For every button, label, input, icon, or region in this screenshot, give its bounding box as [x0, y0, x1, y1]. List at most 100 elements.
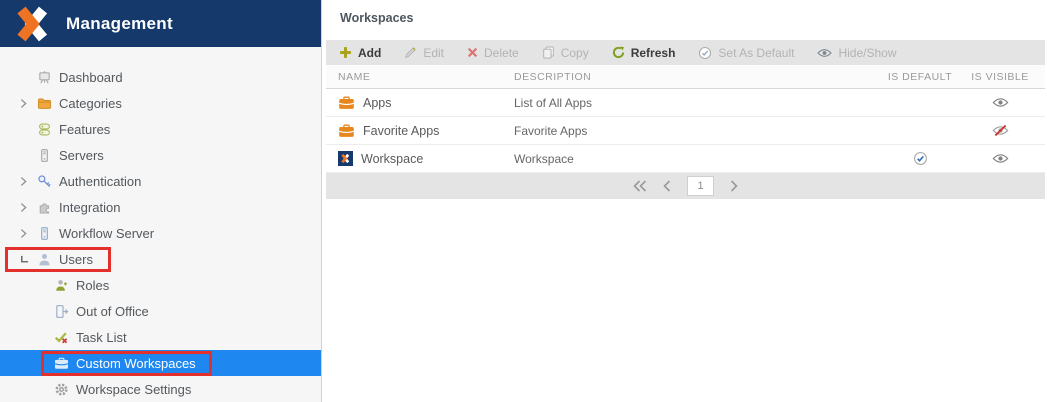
door-exit-icon — [53, 303, 69, 319]
sidebar-item-users[interactable]: Users — [0, 246, 321, 272]
expanded-corner-icon — [20, 255, 29, 264]
sidebar-item-servers[interactable]: Servers — [0, 142, 321, 168]
app-header: Management — [0, 0, 321, 47]
briefcase-icon — [338, 96, 355, 110]
table-row[interactable]: Workspace Workspace — [326, 145, 1045, 173]
expander-collapsed[interactable] — [20, 202, 36, 213]
chevron-right-icon — [20, 202, 27, 213]
current-page-input[interactable]: 1 — [687, 176, 714, 196]
delete-button-label: Delete — [484, 45, 519, 60]
edit-button[interactable]: Edit — [404, 46, 444, 60]
workspace-description: List of All Apps — [514, 95, 593, 110]
copy-icon — [542, 46, 555, 59]
sidebar-item-categories[interactable]: Categories — [0, 90, 321, 116]
puzzle-icon — [36, 199, 52, 215]
briefcase-icon — [53, 355, 69, 371]
first-page-button[interactable] — [633, 180, 647, 192]
copy-button-label: Copy — [560, 45, 589, 60]
sidebar-item-out-of-office[interactable]: Out of Office — [0, 298, 321, 324]
workspace-description: Workspace — [514, 151, 574, 166]
sidebar: Management Dashboard Categories Features — [0, 0, 322, 402]
sidebar-item-label: Workspace Settings — [76, 381, 192, 397]
sidebar-item-label: Users — [59, 251, 93, 267]
expander-collapsed[interactable] — [20, 228, 36, 239]
workspaces-toolbar: Add Edit Delete Copy Refresh Set As Defa… — [326, 40, 1045, 65]
expander-collapsed[interactable] — [20, 98, 36, 109]
pagination-bar: 1 — [326, 173, 1045, 199]
workspace-name: Apps — [363, 95, 392, 110]
roles-icon — [53, 277, 69, 293]
add-button[interactable]: Add — [339, 46, 381, 60]
set-as-default-label: Set As Default — [718, 45, 795, 60]
workspace-tile-logo-icon — [338, 151, 353, 166]
next-page-button[interactable] — [730, 180, 738, 192]
previous-page-button[interactable] — [663, 180, 671, 192]
column-header-is-default[interactable]: IS DEFAULT — [888, 71, 952, 83]
sidebar-item-label: Custom Workspaces — [76, 355, 196, 371]
dashboard-icon — [36, 69, 52, 85]
copy-button[interactable]: Copy — [542, 46, 589, 60]
annotation-highlight-box: Users — [5, 246, 111, 272]
refresh-button-label: Refresh — [630, 45, 676, 60]
server-icon — [36, 147, 52, 163]
gear-icon — [53, 381, 69, 397]
sidebar-item-label: Integration — [59, 199, 121, 215]
sidebar-item-roles[interactable]: Roles — [0, 272, 321, 298]
sidebar-item-label: Out of Office — [76, 303, 149, 319]
set-as-default-button[interactable]: Set As Default — [698, 46, 794, 60]
task-check-icon — [53, 329, 69, 345]
sidebar-item-integration[interactable]: Integration — [0, 194, 321, 220]
add-button-label: Add — [358, 45, 382, 60]
server-icon — [36, 225, 52, 241]
sidebar-item-label: Roles — [76, 277, 110, 293]
sidebar-item-task-list[interactable]: Task List — [0, 324, 321, 350]
sidebar-item-features[interactable]: Features — [0, 116, 321, 142]
refresh-button[interactable]: Refresh — [612, 45, 676, 60]
expander-collapsed[interactable] — [20, 176, 36, 187]
chevron-left-icon — [663, 180, 671, 192]
is-default-check-icon — [913, 151, 928, 166]
sidebar-item-label: Features — [59, 121, 111, 137]
sidebar-item-label: Task List — [76, 329, 127, 345]
workspace-description: Favorite Apps — [514, 123, 588, 138]
sidebar-item-custom-workspaces[interactable]: Custom Workspaces — [0, 350, 321, 376]
chevron-right-icon — [20, 176, 27, 187]
expander-expanded[interactable] — [20, 255, 36, 264]
workspaces-panel: Workspaces Add Edit Delete Copy Refresh … — [323, 0, 1047, 402]
app-title: Management — [66, 13, 173, 33]
sidebar-item-workspace-settings[interactable]: Workspace Settings — [0, 376, 321, 402]
panel-title: Workspaces — [340, 11, 414, 25]
x-icon — [467, 47, 478, 58]
key-icon — [36, 173, 52, 189]
annotation-highlight-box: Custom Workspaces — [41, 350, 212, 376]
features-icon — [36, 121, 52, 137]
sidebar-item-label: Authentication — [59, 173, 142, 189]
plus-icon — [339, 46, 352, 59]
management-app-window: Management Dashboard Categories Features — [0, 0, 1047, 402]
pencil-icon — [404, 46, 417, 59]
sidebar-item-label: Dashboard — [59, 69, 123, 85]
workspace-name: Favorite Apps — [363, 123, 440, 138]
chevron-right-icon — [20, 228, 27, 239]
table-row[interactable]: Favorite Apps Favorite Apps — [326, 117, 1045, 145]
edit-button-label: Edit — [423, 45, 445, 60]
chevron-right-icon — [20, 98, 27, 109]
sidebar-item-dashboard[interactable]: Dashboard — [0, 64, 321, 90]
hide-show-label: Hide/Show — [838, 45, 897, 60]
table-row[interactable]: Apps List of All Apps — [326, 89, 1045, 117]
sidebar-nav-tree: Dashboard Categories Features Servers Au… — [0, 47, 321, 402]
double-chevron-left-icon — [633, 180, 647, 192]
column-header-name[interactable]: NAME — [338, 71, 514, 83]
eye-slash-icon — [992, 125, 1009, 136]
sidebar-item-workflow-server[interactable]: Workflow Server — [0, 220, 321, 246]
eye-icon — [992, 153, 1009, 164]
workspace-name: Workspace — [361, 151, 424, 166]
briefcase-icon — [338, 124, 355, 138]
chevron-right-icon — [730, 180, 738, 192]
column-header-is-visible[interactable]: IS VISIBLE — [971, 71, 1029, 83]
user-icon — [36, 251, 52, 267]
hide-show-button[interactable]: Hide/Show — [817, 46, 896, 60]
column-header-description[interactable]: DESCRIPTION — [514, 71, 875, 83]
sidebar-item-authentication[interactable]: Authentication — [0, 168, 321, 194]
delete-button[interactable]: Delete — [467, 46, 519, 60]
